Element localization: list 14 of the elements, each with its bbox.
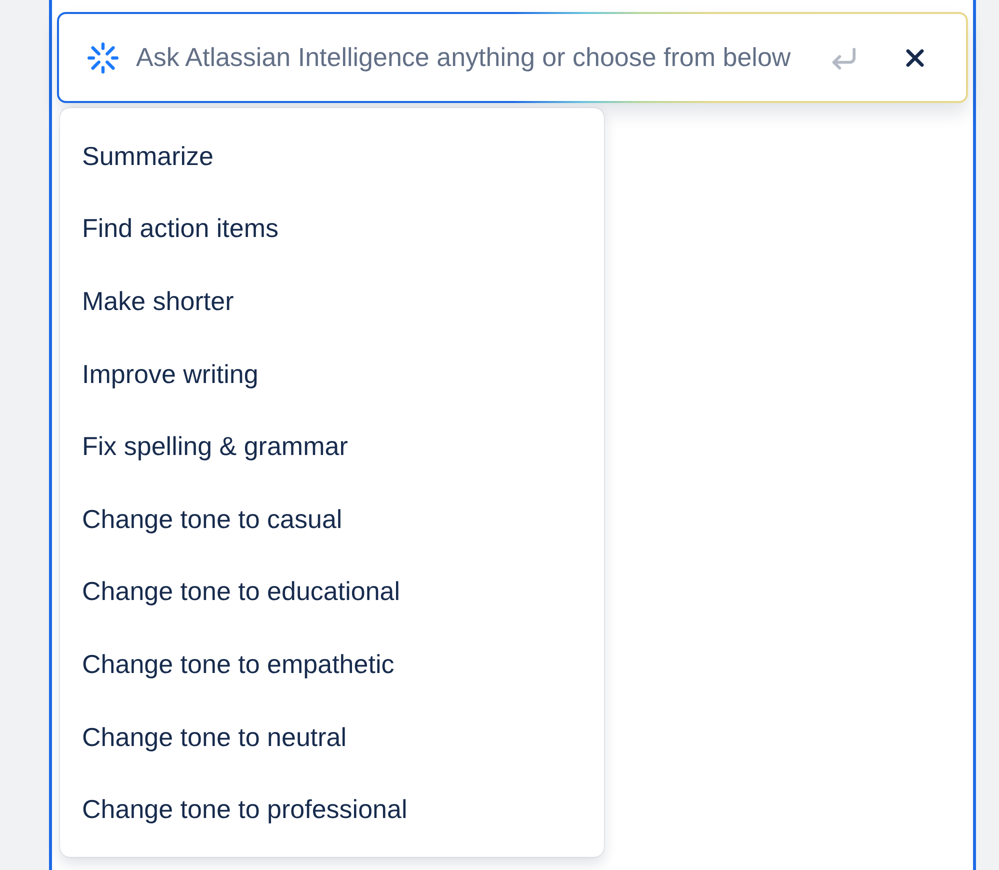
menu-item[interactable]: Make shorter <box>60 265 604 338</box>
menu-item[interactable]: Fix spelling & grammar <box>60 410 604 483</box>
menu-item[interactable]: Change tone to empathetic <box>60 628 604 701</box>
menu-item[interactable]: Change tone to educational <box>60 556 604 628</box>
menu-item[interactable]: Change tone to professional <box>60 773 604 846</box>
menu-item[interactable]: Improve writing <box>60 338 604 410</box>
menu-item[interactable]: Change tone to casual <box>60 482 604 556</box>
menu-item[interactable]: Change tone to neutral <box>60 700 604 774</box>
prompt-input[interactable]: Ask Atlassian Intelligence anything or choose from below <box>136 38 811 78</box>
sparkle-icon <box>87 42 119 74</box>
menu-item[interactable]: Find action items <box>60 192 604 266</box>
menu-item[interactable]: Summarize <box>60 120 604 193</box>
prompt-field[interactable]: Ask Atlassian Intelligence anything or choose from below <box>57 12 968 103</box>
close-icon <box>906 48 924 66</box>
